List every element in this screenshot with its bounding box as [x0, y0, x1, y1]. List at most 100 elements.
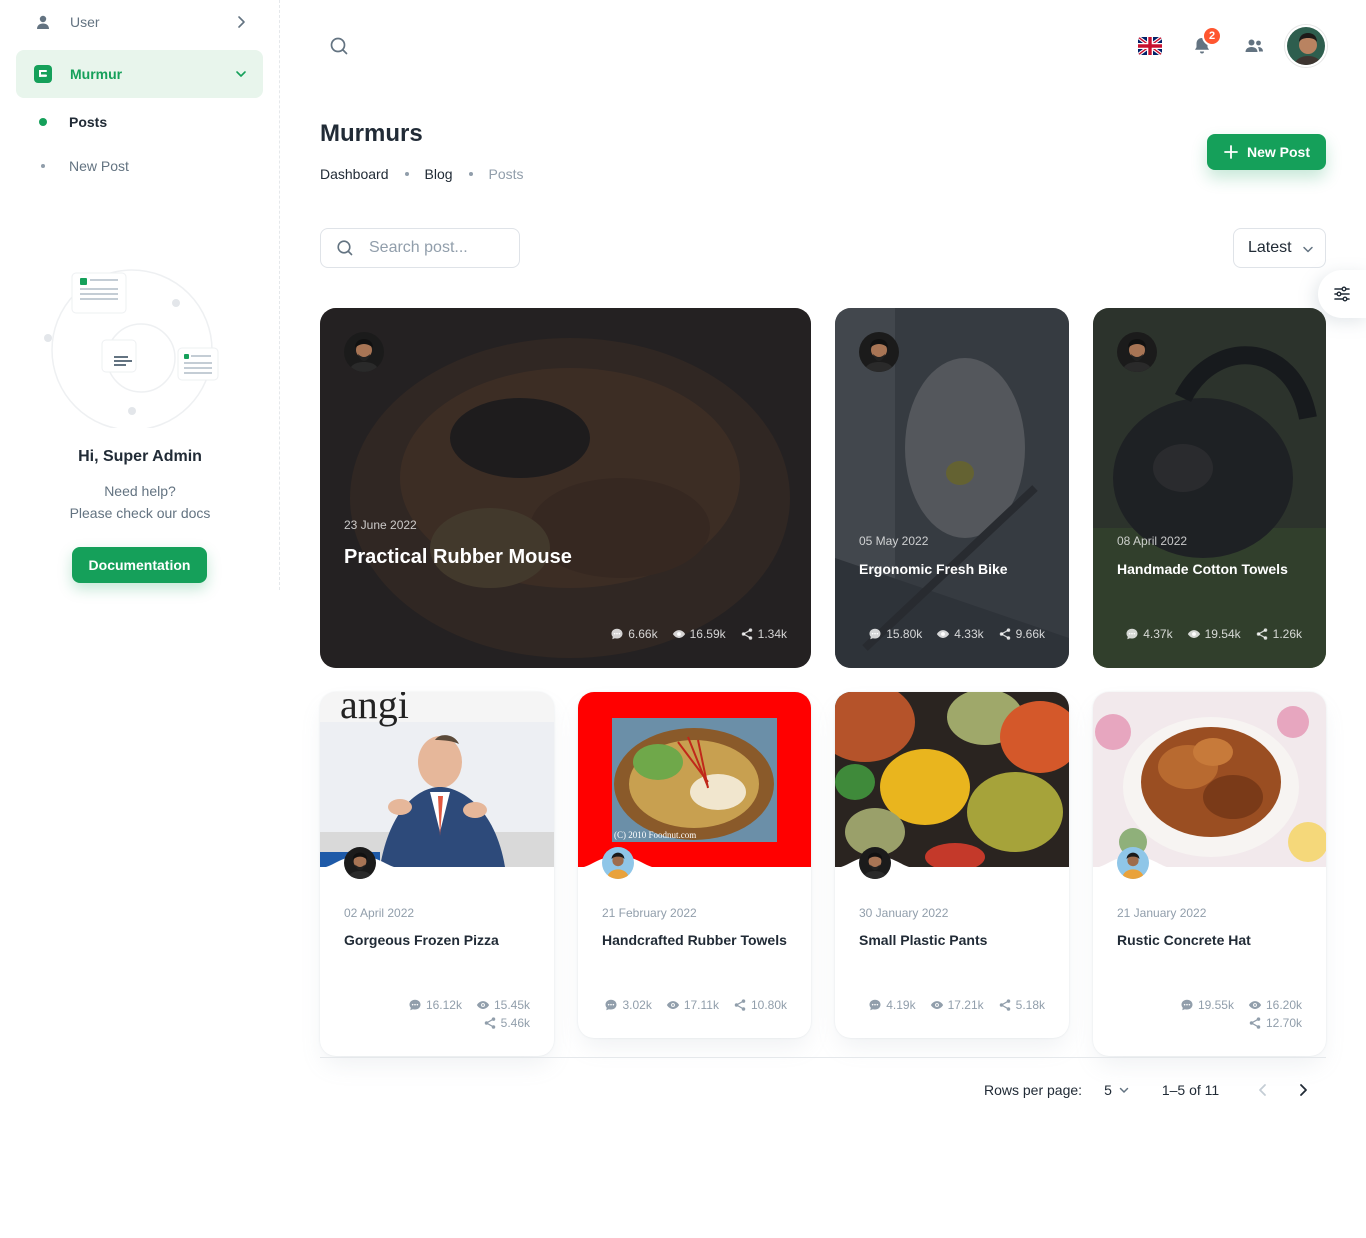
search-post-input[interactable] [369, 239, 509, 257]
post-stats: 4.37k 19.54k 1.26k [1125, 627, 1302, 641]
share-count: 5.46k [500, 1016, 530, 1030]
active-dot [39, 118, 47, 126]
sort-select[interactable]: Latest [1233, 228, 1326, 268]
view-count: 19.54k [1204, 627, 1241, 641]
post-card[interactable]: angi 02 April 2022 Gorgeous Frozen Pizza… [320, 692, 554, 1056]
search-post-box[interactable] [320, 228, 520, 268]
share-icon [740, 627, 754, 641]
eye-icon [666, 998, 680, 1012]
comment-count: 4.37k [1143, 627, 1173, 641]
user-icon [34, 13, 52, 31]
sidebar-item-label: Murmur [70, 66, 123, 82]
page-range: 1–5 of 11 [1161, 1082, 1220, 1098]
rows-per-page-label: Rows per page: [984, 1082, 1083, 1098]
help-line-1: Need help? [104, 483, 176, 499]
post-date: 21 February 2022 [602, 906, 697, 920]
sidebar-item-new-post[interactable]: New Post [16, 146, 263, 186]
post-date: 02 April 2022 [344, 906, 415, 920]
post-title[interactable]: Small Plastic Pants [859, 932, 1045, 948]
post-stats: 15.80k 4.33k 9.66k [868, 627, 1045, 641]
post-title[interactable]: Gorgeous Frozen Pizza [344, 932, 530, 948]
post-title[interactable]: Practical Rubber Mouse [344, 546, 787, 569]
search-icon[interactable] [326, 33, 352, 59]
view-count: 16.20k [1265, 998, 1302, 1012]
post-title[interactable]: Ergonomic Fresh Bike [859, 561, 1045, 577]
post-cover-image [835, 692, 1069, 867]
breadcrumb-dashboard[interactable]: Dashboard [320, 166, 389, 182]
post-stats: 3.02k 17.11k 10.80k [604, 998, 787, 1012]
breadcrumb-separator [468, 172, 473, 176]
greeting-text: Hi, Super Admin [78, 448, 202, 465]
post-card[interactable]: 21 January 2022 Rustic Concrete Hat 19.5… [1093, 692, 1326, 1056]
svg-text:angi: angi [340, 692, 409, 727]
author-avatar[interactable] [859, 332, 899, 372]
author-avatar[interactable] [859, 847, 891, 879]
help-text: Need help? Please check our docs [0, 480, 280, 524]
breadcrumb-blog[interactable]: Blog [425, 166, 453, 182]
new-post-label: New Post [1246, 144, 1310, 160]
pagination: Rows per page: 5 1–5 of 11 [984, 1078, 1315, 1102]
comment-count: 16.12k [425, 998, 462, 1012]
author-avatar[interactable] [602, 847, 634, 879]
share-icon [1255, 627, 1269, 641]
sliders-icon [1334, 286, 1350, 302]
comment-icon [868, 998, 882, 1012]
post-card-featured[interactable]: 23 June 2022 Practical Rubber Mouse 6.66… [320, 308, 811, 668]
search-icon [337, 240, 353, 256]
share-count: 1.34k [757, 627, 787, 641]
new-post-button[interactable]: New Post [1207, 134, 1326, 170]
eye-icon [672, 627, 686, 641]
post-card[interactable]: 30 January 2022 Small Plastic Pants 4.19… [835, 692, 1069, 1038]
post-stats-row2: 5.46k [483, 1016, 530, 1030]
post-card[interactable]: 05 May 2022 Ergonomic Fresh Bike 15.80k … [835, 308, 1069, 668]
chevron-down-icon [1301, 242, 1315, 261]
share-icon [998, 627, 1012, 641]
account-avatar[interactable] [1285, 25, 1327, 67]
comment-icon [1125, 627, 1139, 641]
page-title: Murmurs [320, 120, 423, 147]
comment-icon [610, 627, 624, 641]
eye-icon [1248, 998, 1262, 1012]
author-avatar[interactable] [344, 332, 384, 372]
post-card[interactable]: 08 April 2022 Handmade Cotton Towels 4.3… [1093, 308, 1326, 668]
author-avatar[interactable] [1117, 332, 1157, 372]
share-count: 1.26k [1272, 627, 1302, 641]
post-stats: 6.66k 16.59k 1.34k [610, 627, 787, 641]
view-count: 17.11k [683, 998, 719, 1012]
svg-text:(C) 2010 Foodnut.com: (C) 2010 Foodnut.com [614, 830, 696, 840]
chevron-down-icon [233, 66, 249, 82]
comment-count: 3.02k [622, 998, 652, 1012]
post-title[interactable]: Handmade Cotton Towels [1117, 561, 1302, 577]
sidebar-item-user[interactable]: User [16, 0, 263, 46]
rows-per-page-select[interactable]: 5 [1104, 1082, 1130, 1098]
sidebar-item-murmur[interactable]: Murmur [16, 50, 263, 98]
sidebar-item-label: User [70, 14, 100, 30]
comment-count: 4.19k [886, 998, 916, 1012]
comment-count: 19.55k [1197, 998, 1234, 1012]
contacts-icon[interactable] [1242, 34, 1266, 58]
post-title[interactable]: Handcrafted Rubber Towels [602, 932, 787, 948]
eye-icon [936, 627, 950, 641]
comment-icon [868, 627, 882, 641]
share-icon [1248, 1016, 1262, 1030]
author-avatar[interactable] [1117, 847, 1149, 879]
post-stats: 4.19k 17.21k 5.18k [868, 998, 1045, 1012]
next-page-button[interactable] [1291, 1078, 1315, 1102]
post-card[interactable]: (C) 2010 Foodnut.com 21 February 2022 Ha… [578, 692, 811, 1038]
documentation-button[interactable]: Documentation [72, 547, 207, 583]
eye-icon [476, 998, 490, 1012]
post-cover-image: (C) 2010 Foodnut.com [578, 692, 811, 867]
post-title[interactable]: Rustic Concrete Hat [1117, 932, 1302, 948]
inactive-dot [41, 164, 45, 168]
documentation-illustration [44, 269, 219, 428]
blogger-icon [34, 65, 52, 83]
prev-page-button[interactable] [1251, 1078, 1275, 1102]
share-icon [998, 998, 1012, 1012]
sidebar-item-posts[interactable]: Posts [16, 102, 263, 142]
comment-icon [604, 998, 618, 1012]
post-date: 05 May 2022 [859, 534, 929, 548]
eye-icon [930, 998, 944, 1012]
uk-flag-icon[interactable] [1138, 37, 1162, 55]
author-avatar[interactable] [344, 847, 376, 879]
breadcrumb: Dashboard Blog Posts [320, 164, 524, 184]
